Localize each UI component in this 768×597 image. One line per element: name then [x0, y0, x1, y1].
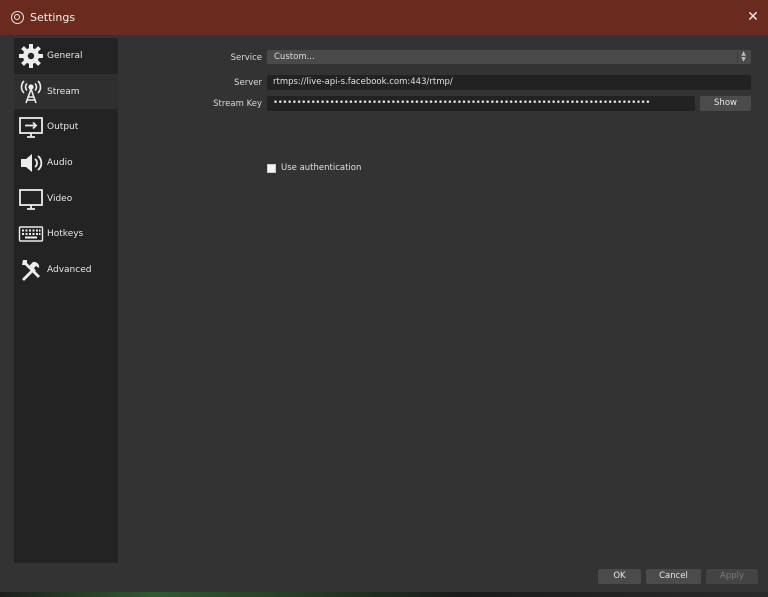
- cancel-button[interactable]: Cancel: [646, 569, 701, 584]
- gear-icon: [17, 42, 45, 70]
- apply-button[interactable]: Apply: [706, 569, 758, 584]
- sidebar-item-hotkeys[interactable]: Hotkeys: [14, 216, 118, 252]
- title-bar: Settings ✕: [0, 0, 768, 35]
- sidebar-item-label: Video: [47, 193, 73, 204]
- service-label: Service: [230, 53, 262, 63]
- sidebar-item-label: Stream: [47, 86, 80, 97]
- use-authentication-checkbox[interactable]: [267, 163, 276, 173]
- service-value: Custom...: [274, 51, 315, 62]
- sidebar-item-label: Audio: [47, 157, 73, 168]
- server-label: Server: [234, 78, 262, 88]
- output-icon: [17, 113, 45, 141]
- sidebar-item-audio[interactable]: Audio: [14, 145, 118, 181]
- updown-arrows-icon: ▲ ▼: [737, 51, 749, 63]
- obs-logo-icon: [11, 11, 24, 24]
- show-key-button[interactable]: Show: [700, 96, 751, 111]
- close-icon[interactable]: ✕: [744, 8, 762, 26]
- tools-icon: [17, 256, 45, 284]
- antenna-icon: [17, 78, 45, 106]
- sidebar-item-label: Hotkeys: [47, 229, 84, 240]
- server-input[interactable]: rtmps://live-api-s.facebook.com:443/rtmp…: [267, 75, 751, 90]
- stream-key-label: Stream Key: [213, 99, 262, 109]
- sidebar-item-stream[interactable]: Stream: [14, 73, 118, 110]
- settings-sidebar: General Stream Output Audio Video Hotkey…: [14, 38, 118, 563]
- sidebar-item-label: Output: [47, 122, 79, 133]
- settings-window: Settings ✕ General Stream Output Audio V…: [0, 0, 768, 592]
- sidebar-item-advanced[interactable]: Advanced: [14, 252, 118, 288]
- speaker-icon: [17, 149, 45, 177]
- sidebar-item-general[interactable]: General: [14, 38, 118, 74]
- sidebar-item-video[interactable]: Video: [14, 181, 118, 217]
- ok-button[interactable]: OK: [598, 569, 641, 584]
- monitor-icon: [17, 185, 45, 213]
- sidebar-item-label: General: [47, 50, 83, 61]
- keyboard-icon: [17, 220, 45, 248]
- sidebar-item-output[interactable]: Output: [14, 109, 118, 145]
- use-authentication-label: Use authentication: [281, 163, 362, 173]
- sidebar-item-label: Advanced: [47, 264, 92, 275]
- window-title: Settings: [30, 11, 76, 24]
- service-select[interactable]: Custom... ▲ ▼: [267, 50, 751, 64]
- use-authentication-row[interactable]: Use authentication: [267, 163, 361, 173]
- stream-key-input[interactable]: ••••••••••••••••••••••••••••••••••••••••…: [267, 96, 695, 111]
